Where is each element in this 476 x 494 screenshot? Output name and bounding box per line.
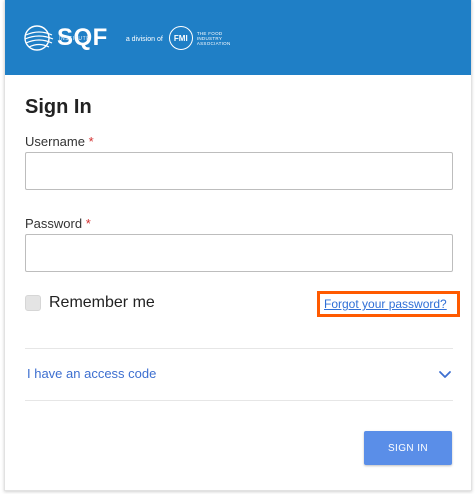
username-label-text: Username bbox=[25, 134, 85, 149]
sign-in-button[interactable]: SIGN IN bbox=[364, 431, 452, 465]
divider bbox=[25, 400, 453, 401]
divider bbox=[25, 348, 453, 349]
password-label: Password * bbox=[25, 216, 91, 231]
remember-me-row[interactable]: Remember me bbox=[25, 294, 155, 312]
required-marker: * bbox=[85, 216, 91, 231]
page-title: Sign In bbox=[25, 96, 92, 118]
division-text: a division of bbox=[125, 35, 163, 43]
forgot-password-link[interactable]: Forgot your password? bbox=[324, 297, 447, 311]
logo-subtitle: INSTITUTE bbox=[59, 36, 91, 42]
globe-lines-icon bbox=[24, 25, 54, 51]
fmi-logo-icon: FMI bbox=[168, 26, 193, 50]
fmi-name: THE FOOD INDUSTRY ASSOCIATION bbox=[196, 30, 231, 46]
chevron-down-icon[interactable] bbox=[437, 366, 453, 382]
access-code-label[interactable]: I have an access code bbox=[27, 366, 156, 381]
sign-in-card: SQF a division of FMI THE FOOD INDUSTRY … bbox=[4, 0, 472, 491]
remember-me-label[interactable]: Remember me bbox=[49, 294, 155, 312]
brand-header: SQF a division of FMI THE FOOD INDUSTRY … bbox=[5, 0, 471, 75]
password-label-text: Password bbox=[25, 216, 83, 231]
password-input[interactable] bbox=[25, 234, 453, 272]
username-label: Username * bbox=[25, 134, 94, 149]
remember-me-checkbox[interactable] bbox=[25, 295, 41, 311]
access-code-toggle[interactable]: I have an access code bbox=[25, 360, 453, 390]
forgot-password-highlight: Forgot your password? bbox=[317, 291, 460, 317]
fmi-abbrev: FMI bbox=[173, 33, 188, 43]
required-marker: * bbox=[88, 134, 94, 149]
username-input[interactable] bbox=[25, 152, 453, 190]
brand-logo: SQF a division of FMI THE FOOD INDUSTRY … bbox=[23, 16, 241, 60]
